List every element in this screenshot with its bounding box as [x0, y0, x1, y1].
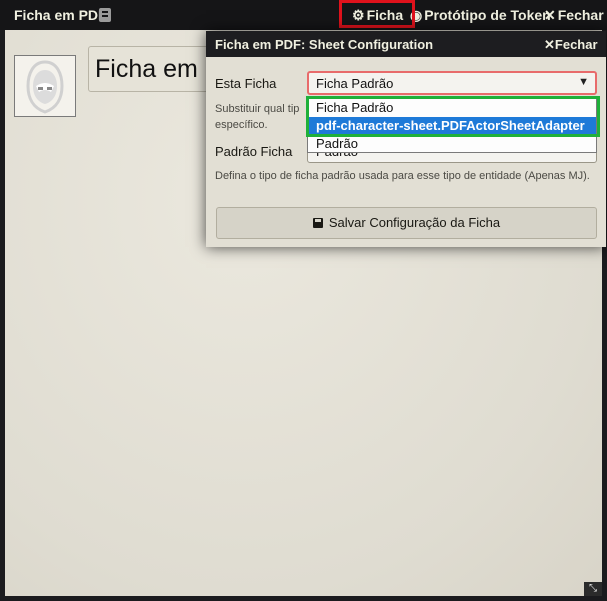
window-header: Ficha em PDF ⚙ Ficha ◉ Protótipo de Token …: [0, 0, 607, 30]
this-sheet-label: Esta Ficha: [215, 76, 277, 91]
hooded-figure-icon: [26, 60, 64, 114]
save-icon: [312, 218, 323, 228]
default-sheet-hint: Defina o tipo de ficha padrão usada para…: [215, 170, 590, 182]
close-icon: ✕: [544, 7, 556, 23]
close-window-label: Fechar: [557, 7, 604, 23]
this-sheet-select[interactable]: Ficha Padrão ▼: [307, 71, 597, 95]
dialog-title: Ficha em PDF: Sheet Configuration: [215, 37, 434, 52]
resize-handle[interactable]: ⤡: [584, 582, 602, 596]
dialog-close-label: Fechar: [554, 37, 598, 52]
avatar[interactable]: [14, 55, 76, 117]
this-sheet-selected-value: Ficha Padrão: [316, 76, 394, 91]
dialog-header: Ficha em PDF: Sheet Configuration ✕Fecha…: [206, 31, 606, 57]
save-config-button[interactable]: Salvar Configuração da Ficha: [216, 207, 597, 239]
book-icon: [99, 8, 111, 22]
close-window-button[interactable]: ✕ Fechar: [544, 7, 604, 24]
token-prototype-button[interactable]: ◉ Protótipo de Token: [410, 7, 551, 24]
default-sheet-label: Padrão Ficha: [215, 144, 293, 159]
highlight-red-box: [339, 0, 415, 28]
chevron-down-icon: ▼: [578, 76, 589, 88]
dialog-close-button[interactable]: ✕Fechar: [544, 37, 598, 53]
highlight-green-box: [306, 96, 600, 137]
actor-name-input[interactable]: Ficha em: [88, 46, 213, 92]
this-sheet-hint-line2: específico.: [215, 119, 268, 131]
save-config-label: Salvar Configuração da Ficha: [328, 215, 501, 230]
dropdown-option[interactable]: Padrão: [308, 135, 596, 153]
token-prototype-label: Protótipo de Token: [424, 7, 551, 23]
window-title: Ficha em PDF: [14, 7, 107, 23]
this-sheet-hint-line1: Substituir qual tip: [215, 103, 300, 115]
close-icon: ✕: [544, 37, 555, 52]
